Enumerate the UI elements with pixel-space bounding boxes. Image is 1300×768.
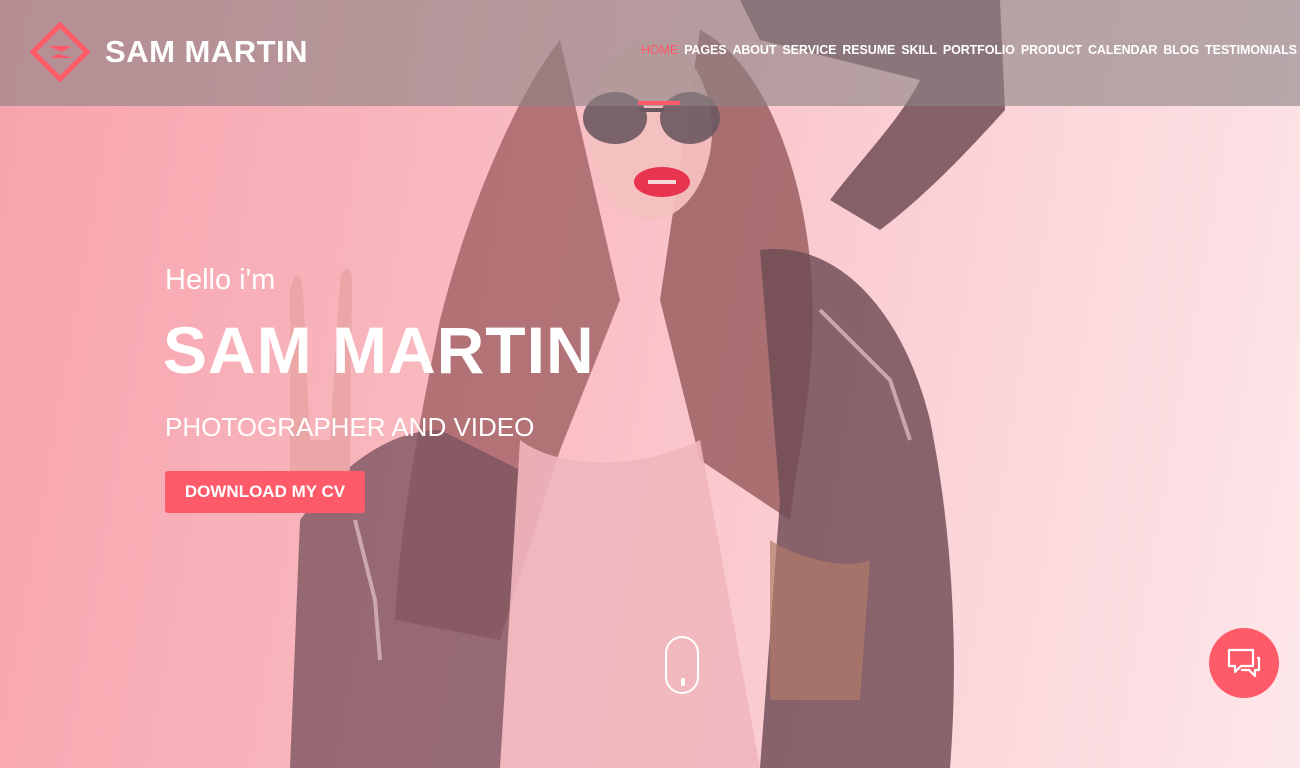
brand-name[interactable]: SAM MARTIN (105, 34, 308, 70)
diamond-logo-icon[interactable] (30, 22, 90, 82)
nav-item-testimonials[interactable]: TESTIMONIALS (1205, 43, 1297, 57)
download-cv-button[interactable]: DOWNLOAD MY CV (165, 471, 365, 513)
site-header: SAM MARTIN HOME PAGES ABOUT SERVICE RESUME SK… (0, 0, 1300, 106)
nav-item-calendar[interactable]: CALENDAR (1088, 43, 1157, 57)
nav-item-product[interactable]: PRODUCT (1021, 43, 1082, 57)
chat-button[interactable] (1209, 628, 1279, 698)
hero-name: SAM MARTIN (163, 313, 595, 387)
hero-role: PHOTOGRAPHER AND VIDEO (165, 412, 535, 442)
nav-item-service[interactable]: SERVICE (782, 43, 836, 57)
main-nav: HOME PAGES ABOUT SERVICE RESUME SKILL PORTFOLI… (641, 43, 1300, 57)
nav-item-blog[interactable]: BLOG (1163, 43, 1199, 57)
nav-item-home[interactable]: HOME (641, 43, 678, 57)
mouse-scroll-icon[interactable] (665, 636, 699, 694)
active-nav-indicator (638, 101, 680, 105)
nav-item-portfolio[interactable]: PORTFOLIO (943, 43, 1015, 57)
nav-item-about[interactable]: ABOUT (732, 43, 776, 57)
mouse-wheel (681, 678, 685, 686)
nav-item-skill[interactable]: SKILL (901, 43, 937, 57)
nav-item-pages[interactable]: PAGES (684, 43, 726, 57)
hero-greeting: Hello i'm (165, 264, 276, 296)
nav-item-resume[interactable]: RESUME (842, 43, 895, 57)
chat-bubbles-icon (1227, 648, 1261, 678)
